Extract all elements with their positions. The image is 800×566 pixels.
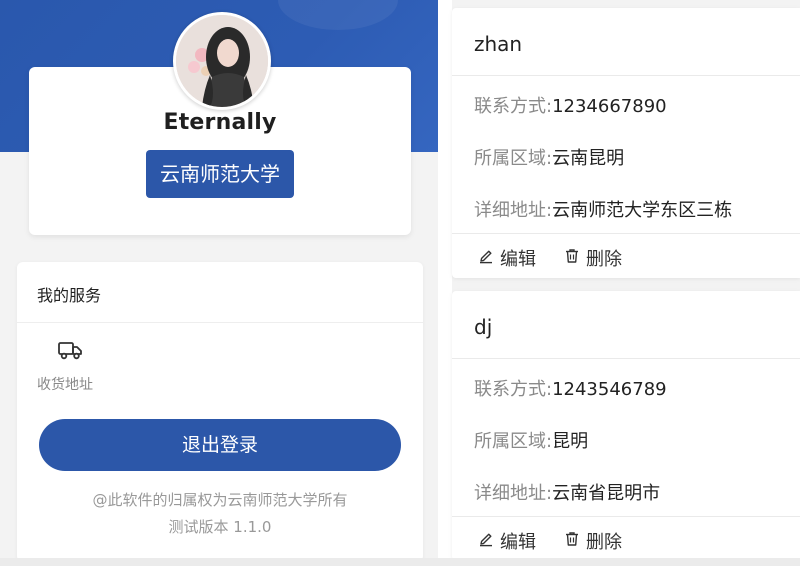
address-detail-row: 详细地址:云南省昆明市: [474, 479, 660, 505]
divider: [452, 516, 800, 517]
phone-label: 联系方式:: [474, 96, 553, 117]
delete-button[interactable]: 删除: [564, 245, 622, 271]
delete-button[interactable]: 删除: [564, 528, 622, 554]
edit-button[interactable]: 编辑: [478, 245, 536, 271]
trash-icon: [564, 248, 580, 269]
school-badge: 云南师范大学: [146, 150, 294, 198]
logout-button[interactable]: 退出登录: [39, 419, 401, 471]
region-value: 昆明: [552, 431, 589, 452]
address-detail-row: 详细地址:云南师范大学东区三栋: [474, 196, 732, 222]
delete-label: 删除: [586, 532, 622, 553]
delete-label: 删除: [586, 249, 622, 270]
avatar[interactable]: [173, 12, 271, 110]
pencil-icon: [478, 248, 494, 269]
services-card: 我的服务 收货地址 退出登录 @此软件的归属权为云南师范大学所有 测试版本 1.…: [17, 262, 423, 562]
truck-icon: [57, 340, 83, 364]
divider: [452, 75, 800, 76]
detail-label: 详细地址:: [474, 200, 553, 221]
address-list-page: zhan 联系方式:1234667890 所属区域:云南昆明 详细地址:云南师范…: [438, 0, 800, 566]
address-phone-row: 联系方式:1234667890: [474, 92, 667, 118]
detail-label: 详细地址:: [474, 483, 553, 504]
phone-value: 1243546789: [552, 379, 667, 400]
address-region-row: 所属区域:云南昆明: [474, 144, 624, 170]
edit-button[interactable]: 编辑: [478, 528, 536, 554]
address-name: dj: [474, 315, 493, 339]
phone-label: 联系方式:: [474, 379, 553, 400]
version-text: 测试版本 1.1.0: [168, 518, 272, 536]
trash-icon: [564, 531, 580, 552]
username: Eternally: [163, 110, 277, 135]
region-value: 云南昆明: [552, 148, 625, 169]
address-name: zhan: [474, 32, 523, 56]
divider: [452, 358, 800, 359]
address-card: dj 联系方式:1243546789 所属区域:昆明 详细地址:云南省昆明市 编…: [452, 291, 800, 561]
address-card: zhan 联系方式:1234667890 所属区域:云南昆明 详细地址:云南师范…: [452, 8, 800, 278]
services-title: 我的服务: [37, 286, 102, 305]
address-phone-row: 联系方式:1243546789: [474, 375, 667, 401]
divider: [452, 233, 800, 234]
phone-value: 1234667890: [552, 96, 667, 117]
divider: [17, 322, 423, 323]
region-label: 所属区域:: [474, 431, 553, 452]
address-region-row: 所属区域:昆明: [474, 427, 588, 453]
copyright-text: @此软件的归属权为云南师范大学所有: [92, 491, 348, 509]
detail-value: 云南师范大学东区三栋: [552, 200, 733, 221]
detail-value: 云南省昆明市: [552, 483, 661, 504]
edit-label: 编辑: [500, 249, 536, 270]
service-item-label: 收货地址: [37, 377, 93, 393]
service-item-shipping-address[interactable]: 收货地址: [37, 336, 107, 396]
edit-label: 编辑: [500, 532, 536, 553]
profile-page: Eternally 云南师范大学 我的服务 收货地址 退出登录 @此软件的归属权…: [0, 0, 438, 566]
avatar-image: [176, 15, 268, 107]
pencil-icon: [478, 531, 494, 552]
region-label: 所属区域:: [474, 148, 553, 169]
